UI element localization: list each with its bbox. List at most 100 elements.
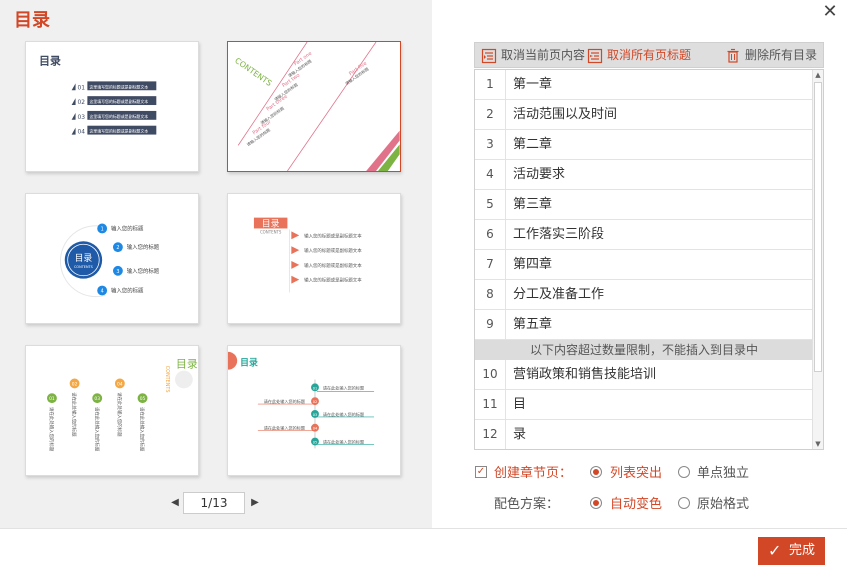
cancel-headings-icon [587,48,603,63]
thumb-triangle [71,112,76,120]
row-text: 第一章 [513,77,553,92]
thumb-item-num: 03 [94,396,100,402]
row-text: 活动范围以及时间 [513,107,618,122]
radio-list-highlight[interactable] [590,466,602,478]
thumb-deco-circle [228,351,238,370]
list-item[interactable]: 6 工作落实三阶段 [475,220,813,250]
row-text: 第四章 [513,257,553,272]
thumb-arrow [291,275,300,284]
thumb-item-text: 请在此处输入您的标题 [323,438,364,444]
list-item[interactable]: 4 活动要求 [475,160,813,190]
row-number: 12 [475,420,506,449]
list-item[interactable]: 7 第四章 [475,250,813,280]
pager: ◀ 1/13 ▶ [168,492,264,514]
thumb-item-text: 这里填写您的标题或是副标题文本 [89,114,148,119]
triangle-left-icon: ◀ [171,497,179,508]
thumb-item-text: 这里填写您的标题或是副标题文本 [89,84,148,89]
thumb-item-text: 请在此处输入您的标题 [71,392,78,437]
template-thumbnail-6[interactable]: 目录 01 02 03 04 05 请在此处输入您的标题 请在此处输入您的标题 … [227,345,401,476]
delete-all-toc-button[interactable]: 删除所有目录 [725,43,817,67]
thumb-diagonal-line [237,42,308,146]
list-item[interactable]: 9 第五章 [475,310,813,340]
prev-page-button[interactable]: ◀ [168,495,182,511]
list-item[interactable]: 5 第三章 [475,190,813,220]
scroll-down-icon[interactable]: ▼ [813,439,823,449]
row-number: 10 [475,360,506,389]
thumb-item-text: 请在此处输入您的标题 [139,407,146,452]
list-item[interactable]: 1 第一章 [475,70,813,100]
toc-toolbar: 取消当前页内容 取消所有页标题 删除所有目录 [474,42,824,68]
thumb-arrow [291,231,300,240]
dialog-footer [0,528,847,574]
row-number: 8 [475,280,506,309]
template-thumbnail-1[interactable]: 目录 01 02 03 04 这里填写您的标题或是副标题文本 这里填写您的标题或… [25,41,199,172]
template-thumbnail-4[interactable]: 目录 CONTENTS 输入您的标题或是副标题文本 输入您的标题或是副标题文本 … [227,193,401,324]
thumb-item-num: 04 [117,381,123,387]
thumb-title: 目录 [176,358,198,371]
thumb-item-text: 请在此处输入您的标题 [323,384,364,390]
list-item[interactable]: 11 目 [475,390,813,420]
done-label: 完成 [789,543,816,558]
row-number: 4 [475,160,506,189]
create-section-label: 创建章节页： [494,466,573,481]
list-item[interactable]: 12 录 [475,420,813,449]
thumb-arrow [291,246,300,255]
thumb-title: 目录 [240,358,258,369]
create-section-checkbox[interactable]: ✓ [475,466,487,478]
row-number: 1 [475,70,506,99]
row-number: 6 [475,220,506,249]
row-number: 5 [475,190,506,219]
cancel-current-page-button[interactable]: 取消当前页内容 [481,43,585,67]
radio-single-independent[interactable] [678,466,690,478]
thumb-item-num: 02 [72,381,78,387]
thumb-item-text: 输入您的标题或是副标题文本 [304,232,362,239]
thumb-subtitle: CONTENTS [260,229,282,234]
radio-auto-color[interactable] [590,497,602,509]
template-thumbnail-2[interactable]: CONTENTS Part one Part two Part three Pa… [227,41,401,172]
done-button[interactable]: ✓ 完成 [758,537,825,565]
row-text: 第二章 [513,137,553,152]
list-item[interactable]: 3 第二章 [475,130,813,160]
thumb-title: 目录 [75,253,93,264]
thumb-item-num: 01 [313,386,317,390]
template-preview-1: 目录 01 02 03 04 这里填写您的标题或是副标题文本 这里填写您的标题或… [39,55,157,136]
thumb-item-num: 3 [116,269,119,275]
thumb-item-num: 1 [101,226,104,232]
template-preview-4: 目录 CONTENTS 输入您的标题或是副标题文本 输入您的标题或是副标题文本 … [253,217,362,293]
thumb-triangle [71,127,76,135]
radio-original-format[interactable] [678,497,690,509]
row-number: 7 [475,250,506,279]
radio-auto-color-label: 自动变色 [610,497,663,512]
radio-list-highlight-label: 列表突出 [610,466,663,481]
close-button[interactable]: ✕ [819,2,841,24]
page-number-input[interactable]: 1/13 [183,492,245,514]
thumb-item-text: 输入您的标题或是副标题文本 [304,262,362,269]
thumb-item-num: 02 [78,100,86,106]
thumb-deco-circle [175,370,193,389]
thumb-item-text: 输入您的标题 [111,286,144,294]
thumb-item-text: 输入您的标题 [111,224,144,232]
template-thumbnail-5[interactable]: 目录 CONTENTS 01 02 03 04 05 请在此处输入您的标题 请在… [25,345,199,476]
thumb-item-text: 请在此处输入您的标题 [48,407,55,452]
list-item[interactable]: 2 活动范围以及时间 [475,100,813,130]
scrollbar-thumb[interactable] [814,82,822,372]
radio-single-independent-label: 单点独立 [697,466,750,481]
scroll-up-icon[interactable]: ▲ [813,70,823,80]
cancel-current-page-label: 取消当前页内容 [501,48,586,62]
cancel-all-headings-button[interactable]: 取消所有页标题 [587,43,691,67]
next-page-button[interactable]: ▶ [248,495,262,511]
thumb-item-num: 02 [313,400,317,404]
list-scrollbar[interactable]: ▲ ▼ [812,70,823,449]
thumb-item-num: 03 [313,413,317,417]
row-text: 第五章 [513,317,553,332]
row-number: 2 [475,100,506,129]
template-preview-6: 目录 01 02 03 04 05 请在此处输入您的标题 请在此处输入您的标题 … [228,351,375,449]
radio-original-format-label: 原始格式 [697,497,750,512]
thumb-item-num: 01 [78,85,86,91]
template-thumbnail-3[interactable]: 目录 CONTENTS 1 2 3 4 输入您的标题 输入您的标题 输入您的标题… [25,193,199,324]
template-preview-2: CONTENTS Part one Part two Part three Pa… [233,42,400,171]
template-preview-5: 目录 CONTENTS 01 02 03 04 05 请在此处输入您的标题 请在… [47,358,198,452]
row-text: 第三章 [513,197,553,212]
list-item[interactable]: 10 营销政策和销售技能培训 [475,360,813,390]
list-item[interactable]: 8 分工及准备工作 [475,280,813,310]
